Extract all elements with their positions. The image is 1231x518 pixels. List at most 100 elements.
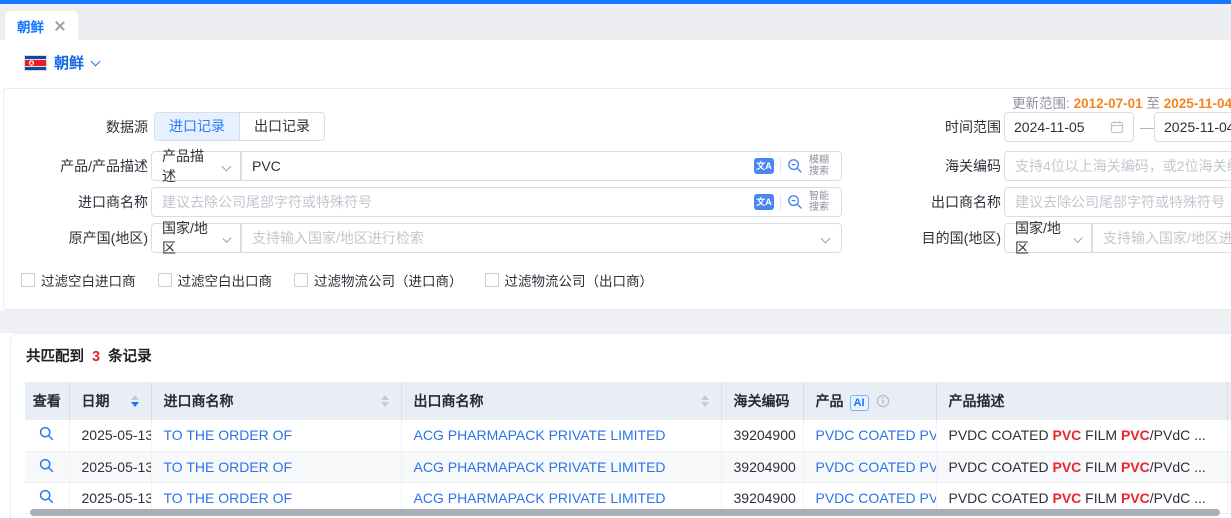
destination-label: 目的国(地区)	[857, 223, 1001, 253]
importer-input-wrap: 文A 智能搜索	[151, 187, 842, 217]
search-record-icon[interactable]	[39, 460, 54, 476]
fuzzy-search-icon[interactable]	[787, 158, 803, 174]
calendar-icon	[1110, 120, 1124, 134]
exporter-cell[interactable]: ACG PHARMAPACK PRIVATE LIMITED	[401, 451, 721, 482]
date-end-input[interactable]: 2025-11-04	[1154, 112, 1231, 142]
fuzzy-search-label[interactable]: 模糊搜索	[809, 155, 833, 177]
importer-input[interactable]	[152, 188, 754, 216]
checkbox-label: 过滤物流公司（进口商）	[314, 270, 463, 290]
filter-checkbox[interactable]: 过滤空白进口商	[21, 270, 136, 290]
view-record-cell[interactable]	[25, 451, 69, 482]
date-start-input[interactable]: 2024-11-05	[1004, 112, 1134, 142]
data-source-label: 数据源	[4, 112, 148, 142]
chevron-down-icon[interactable]	[821, 233, 831, 243]
hs-code-cell: 39204900	[721, 420, 803, 451]
product-input[interactable]	[242, 152, 754, 180]
time-range-label: 时间范围	[857, 112, 1001, 142]
data-source-option[interactable]: 出口记录	[239, 113, 324, 140]
checkbox-label: 过滤空白出口商	[178, 270, 273, 290]
info-icon[interactable]	[876, 394, 890, 408]
importer-cell[interactable]: TO THE ORDER OF	[151, 451, 401, 482]
extra-cell	[1227, 482, 1231, 513]
sort-icon-importer[interactable]	[381, 395, 389, 407]
destination-select-value: 国家/地区	[1015, 218, 1067, 258]
view-record-cell[interactable]	[25, 420, 69, 451]
product-type-select[interactable]: 产品描述	[151, 151, 241, 181]
north-korea-flag-icon	[25, 56, 46, 70]
origin-label: 原产国(地区)	[4, 223, 148, 253]
sort-icon-date[interactable]	[131, 395, 139, 407]
filter-checkbox[interactable]: 过滤空白出口商	[158, 270, 273, 290]
update-range-connector: 至	[1146, 96, 1160, 111]
product-cell[interactable]: PVDC COATED PVC FIL...	[803, 420, 936, 451]
origin-input[interactable]	[242, 224, 822, 252]
column-header-importer[interactable]: 进口商名称	[151, 382, 401, 420]
divider	[780, 158, 781, 174]
column-header-product: 产品AI	[803, 382, 936, 420]
translate-icon[interactable]: 文A	[754, 158, 774, 174]
date-cell: 2025-05-13	[69, 451, 151, 482]
column-header-date[interactable]: 日期	[69, 382, 151, 420]
checkbox-icon[interactable]	[485, 273, 499, 287]
hs-code-input[interactable]	[1005, 152, 1231, 180]
filter-panel: 更新范围: 2012-07-01 至 2025-11-04 数据源 进口记录出口…	[3, 88, 1231, 310]
exporter-input[interactable]	[1005, 188, 1231, 216]
product-cell[interactable]: PVDC COATED PVC FIL...	[803, 451, 936, 482]
destination-input[interactable]	[1093, 224, 1231, 252]
tab-label: 朝鲜	[17, 16, 44, 36]
update-range-end: 2025-11-04	[1164, 96, 1231, 111]
importer-label: 进口商名称	[4, 187, 148, 217]
country-header[interactable]: 朝鲜	[25, 52, 99, 73]
hs-code-label: 海关编码	[857, 151, 1001, 181]
importer-cell[interactable]: TO THE ORDER OF	[151, 420, 401, 451]
exporter-label: 出口商名称	[857, 187, 1001, 217]
checkbox-icon[interactable]	[158, 273, 172, 287]
product-input-wrap: 文A 模糊搜索	[241, 151, 842, 181]
update-range-start: 2012-07-01	[1074, 96, 1143, 111]
column-header-exporter[interactable]: 出口商名称	[401, 382, 721, 420]
checkbox-icon[interactable]	[21, 273, 35, 287]
update-range-label: 更新范围:	[1012, 96, 1070, 111]
tab-korea[interactable]: 朝鲜	[5, 11, 78, 40]
translate-icon[interactable]: 文A	[754, 194, 774, 210]
data-source-option[interactable]: 进口记录	[155, 113, 239, 140]
origin-select[interactable]: 国家/地区	[151, 223, 241, 253]
description-cell: PVDC COATED PVC FILM PVC/PVdC ...	[936, 451, 1227, 482]
table-header-row: 查看 日期 进口商名称 出口商名称	[25, 382, 1231, 420]
description-cell: PVDC COATED PVC FILM PVC/PVdC ...	[936, 420, 1227, 451]
table-row: 2025-05-13TO THE ORDER OFACG PHARMAPACK …	[25, 420, 1231, 451]
date-cell: 2025-05-13	[69, 420, 151, 451]
results-panel: 共匹配到 3 条记录 查看 日期 进口商名称	[10, 333, 1231, 518]
sort-icon-exporter[interactable]	[701, 395, 709, 407]
close-icon[interactable]	[54, 20, 66, 32]
smart-search-icon[interactable]	[787, 194, 803, 210]
country-name: 朝鲜	[54, 52, 84, 73]
checkbox-icon[interactable]	[294, 273, 308, 287]
column-header-hs-code: 海关编码	[721, 382, 803, 420]
search-record-icon[interactable]	[39, 428, 54, 444]
data-source-toggle: 进口记录出口记录	[154, 112, 325, 141]
filter-checkbox-row: 过滤空白进口商 过滤空白出口商 过滤物流公司（进口商） 过滤物流公司（出口商）	[21, 270, 653, 290]
date-range-separator: —	[1140, 112, 1154, 142]
search-record-icon[interactable]	[39, 491, 54, 507]
filter-checkbox[interactable]: 过滤物流公司（进口商）	[294, 270, 463, 290]
origin-input-wrap	[241, 223, 842, 253]
update-range: 更新范围: 2012-07-01 至 2025-11-04	[864, 92, 1231, 112]
destination-select[interactable]: 国家/地区	[1004, 223, 1092, 253]
product-type-value: 产品描述	[162, 146, 215, 186]
column-header-extra	[1227, 382, 1231, 420]
filter-checkbox[interactable]: 过滤物流公司（出口商）	[485, 270, 654, 290]
hs-code-cell: 39204900	[721, 451, 803, 482]
exporter-cell[interactable]: ACG PHARMAPACK PRIVATE LIMITED	[401, 420, 721, 451]
checkbox-label: 过滤空白进口商	[41, 270, 136, 290]
column-header-view: 查看	[25, 382, 69, 420]
chevron-down-icon[interactable]	[91, 56, 101, 66]
destination-input-wrap	[1092, 223, 1231, 253]
divider	[780, 194, 781, 210]
smart-search-label[interactable]: 智能搜索	[809, 191, 833, 213]
checkbox-label: 过滤物流公司（出口商）	[505, 270, 654, 290]
column-header-description: 产品描述	[936, 382, 1227, 420]
origin-select-value: 国家/地区	[162, 218, 216, 258]
horizontal-scrollbar[interactable]	[30, 509, 1220, 516]
app-window: 朝鲜 朝鲜 更新范围: 2012-07-01 至 2025-11-04 数据源 …	[0, 0, 1231, 518]
